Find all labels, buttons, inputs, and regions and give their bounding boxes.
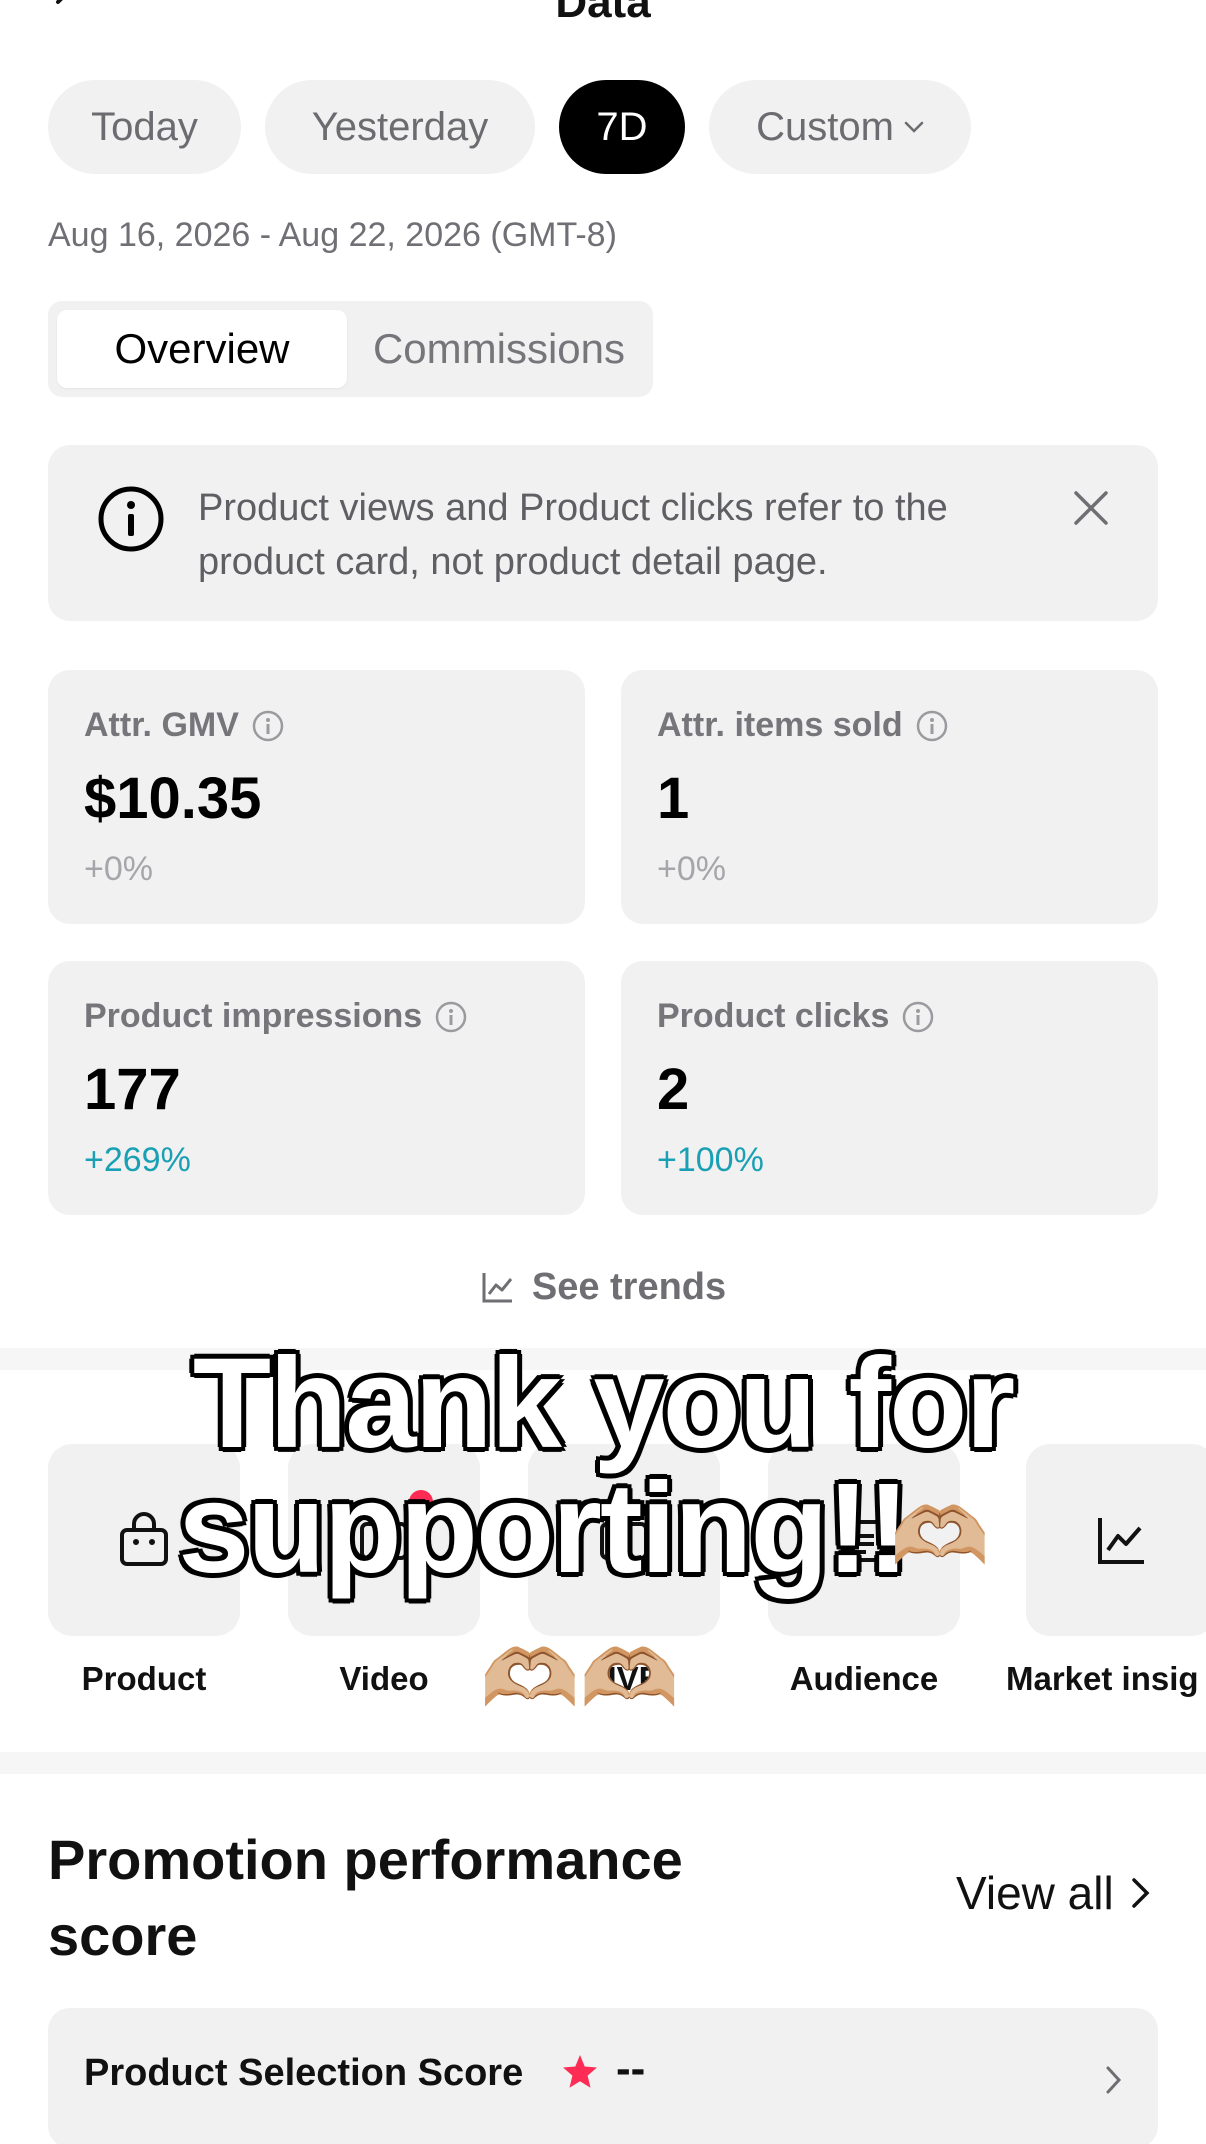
score-value: -- xyxy=(616,2044,646,2093)
metric-value: 177 xyxy=(84,1057,181,1122)
tab-commissions[interactable]: Commissions xyxy=(353,310,645,388)
chevron-right-icon xyxy=(1106,2066,1122,2094)
chip-yesterday[interactable]: Yesterday xyxy=(265,80,535,174)
metric-label: Product impressions xyxy=(84,997,423,1035)
metric-card-impressions[interactable]: Product impressions 177 +269% xyxy=(48,961,585,1215)
metric-card-clicks[interactable]: Product clicks 2 +100% xyxy=(621,961,1158,1215)
metric-delta: +269% xyxy=(84,1141,191,1179)
metric-label: Product clicks xyxy=(657,997,890,1035)
chip-custom-label: Custom xyxy=(756,104,894,149)
metric-label-wrap: Product clicks xyxy=(657,997,935,1036)
chip-custom[interactable]: Custom xyxy=(709,80,971,174)
metric-label: Attr. GMV xyxy=(84,706,239,744)
score-label: Product Selection Score xyxy=(84,2052,524,2094)
view-segmented-control: Overview Commissions xyxy=(48,301,653,397)
metric-label-wrap: Product impressions xyxy=(84,997,468,1036)
info-icon[interactable] xyxy=(901,1000,935,1034)
chip-today[interactable]: Today xyxy=(48,80,241,174)
chip-7d[interactable]: 7D xyxy=(559,80,685,174)
star-icon xyxy=(563,2055,597,2088)
section-divider xyxy=(0,1752,1206,1774)
metric-label: Attr. items sold xyxy=(657,706,903,744)
metric-delta: +0% xyxy=(84,850,153,888)
see-trends-button[interactable]: See trends xyxy=(0,1262,1206,1312)
see-trends-label: See trends xyxy=(531,1265,727,1308)
metric-value: 1 xyxy=(657,766,690,831)
metric-delta: +0% xyxy=(657,850,726,888)
trend-chart-icon xyxy=(482,1273,513,1303)
date-range-text: Aug 16, 2026 - Aug 22, 2026 (GMT-8) xyxy=(48,216,617,254)
metric-label-wrap: Attr. items sold xyxy=(657,706,949,745)
banner-text: Product views and Product clicks refer t… xyxy=(198,487,948,583)
tool-label-market-insights: Market insig xyxy=(1006,1660,1199,1697)
page-title: Data xyxy=(555,0,651,27)
metric-card-items-sold[interactable]: Attr. items sold 1 +0% xyxy=(621,670,1158,924)
chevron-right-icon xyxy=(1131,1878,1150,1908)
metric-card-gmv[interactable]: Attr. GMV $10.35 +0% xyxy=(48,670,585,924)
metric-value: 2 xyxy=(657,1057,690,1122)
view-all-link[interactable]: View all xyxy=(956,1866,1152,1920)
metric-delta: +100% xyxy=(657,1141,764,1179)
chevron-down-icon xyxy=(904,121,924,133)
tool-label-product: Product xyxy=(81,1660,207,1697)
close-icon[interactable] xyxy=(1068,485,1114,531)
tab-overview[interactable]: Overview xyxy=(57,310,347,388)
heart-hands-emoji: 🫶🏼🫶🏼 xyxy=(480,1634,680,1723)
tool-label-video: Video xyxy=(339,1660,429,1697)
view-all-label: View all xyxy=(956,1867,1114,1919)
metric-value: $10.35 xyxy=(84,766,262,831)
heart-hands-emoji: 🫶🏼 xyxy=(890,1492,990,1581)
metric-label-wrap: Attr. GMV xyxy=(84,706,285,745)
info-icon[interactable] xyxy=(251,709,285,743)
info-banner: Product views and Product clicks refer t… xyxy=(48,445,1158,621)
info-icon[interactable] xyxy=(915,709,949,743)
info-icon[interactable] xyxy=(434,1000,468,1034)
product-selection-score-row[interactable]: Product Selection Score -- xyxy=(48,2008,1158,2144)
tool-label-audience: Audience xyxy=(789,1660,939,1697)
promotion-section-title: Promotion performance score xyxy=(48,1828,683,1967)
info-icon xyxy=(98,486,164,552)
